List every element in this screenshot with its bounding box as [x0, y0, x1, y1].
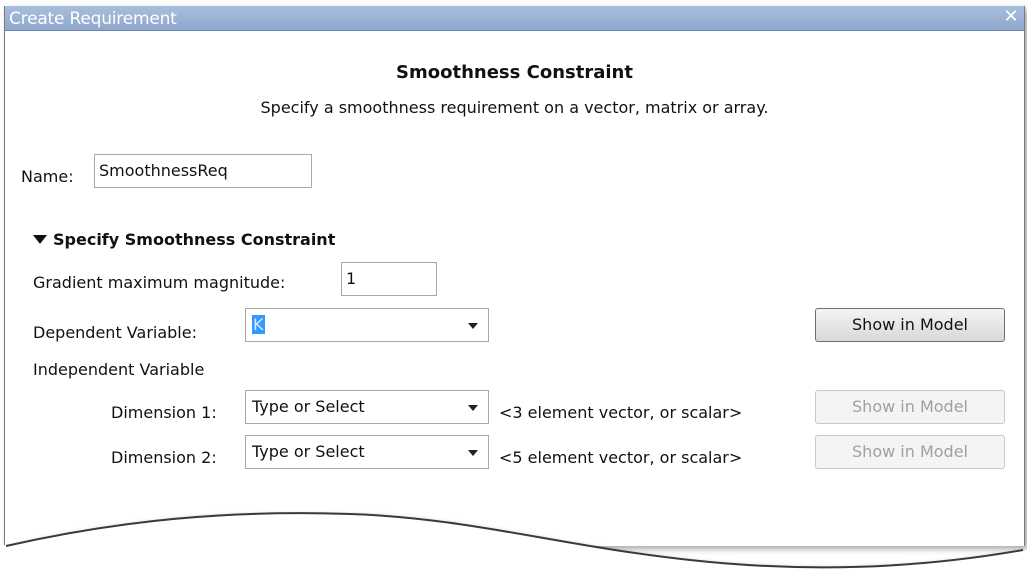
torn-edge-decoration: [0, 512, 1027, 581]
